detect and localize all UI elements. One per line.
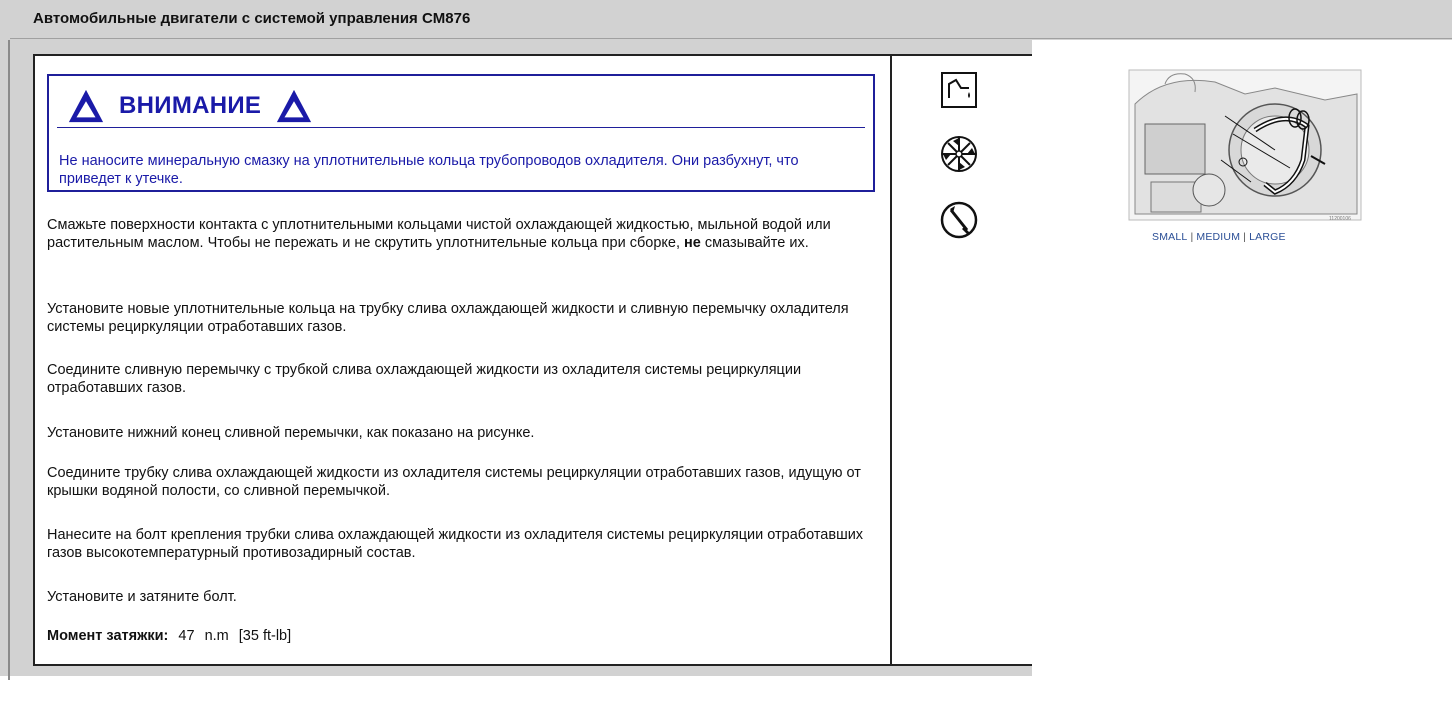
- instruction-paragraph: Нанесите на болт крепления трубки слива …: [47, 527, 864, 561]
- instruction-paragraph: Установите нижний конец сливной перемычк…: [47, 425, 535, 441]
- instruction-paragraph: Соедините трубку слива охлаждающей жидко…: [47, 465, 861, 499]
- warning-title: ВНИМАНИЕ: [119, 92, 262, 119]
- size-link-large[interactable]: LARGE: [1249, 231, 1286, 243]
- lubricant-oil-icon: [939, 70, 979, 110]
- column-divider: [890, 56, 892, 664]
- figure-id: 11200106: [1329, 216, 1351, 222]
- instruction-paragraph: Смажьте поверхности контакта с уплотните…: [47, 216, 882, 252]
- warning-header: ВНИМАНИЕ: [67, 86, 313, 126]
- warning-text: Не наносите минеральную смазку на уплотн…: [59, 153, 799, 187]
- torque-imperial: [35 ft-lb]: [238, 628, 292, 644]
- size-separator: |: [1190, 231, 1194, 243]
- warning-box: ВНИМАНИЕ Не наносите минеральную смазку …: [47, 74, 875, 192]
- torque-unit: n.m: [204, 628, 229, 644]
- warning-divider: [57, 127, 865, 128]
- coolant-fan-icon: [939, 134, 979, 174]
- size-link-medium[interactable]: MEDIUM: [1196, 231, 1240, 243]
- warning-triangle-icon: [277, 89, 312, 123]
- figure-size-links: SMALL | MEDIUM | LARGE: [1152, 231, 1352, 243]
- instruction-emphasis: не: [684, 235, 701, 251]
- instruction-paragraph: Соедините сливную перемычку с трубкой сл…: [47, 362, 802, 396]
- instruction-paragraph: Установите и затяните болт.: [47, 589, 237, 605]
- torque-value: 47: [178, 628, 195, 644]
- engine-illustration[interactable]: 11200106: [1125, 64, 1365, 226]
- torque-label: Момент затяжки:: [47, 628, 169, 644]
- size-separator: |: [1243, 231, 1247, 243]
- warning-triangle-icon: [68, 89, 104, 123]
- instruction-text: смазывайте их.: [704, 235, 809, 251]
- torque-spec: Момент затяжки: 47 n.m [35 ft-lb]: [47, 628, 291, 644]
- figure-panel: 11200106 SMALL | MEDIUM | LARGE: [1032, 40, 1452, 676]
- left-edge-line: [8, 40, 10, 680]
- size-link-small[interactable]: SMALL: [1152, 231, 1187, 243]
- header-divider: [10, 38, 1452, 39]
- page-bottom-area: [0, 676, 1452, 708]
- instruction-paragraph: Установите новые уплотнительные кольца н…: [47, 301, 849, 335]
- anti-seize-brush-icon: [939, 200, 979, 240]
- procedure-table: ВНИМАНИЕ Не наносите минеральную смазку …: [33, 54, 1034, 666]
- page-title: Автомобильные двигатели с системой управ…: [33, 10, 471, 27]
